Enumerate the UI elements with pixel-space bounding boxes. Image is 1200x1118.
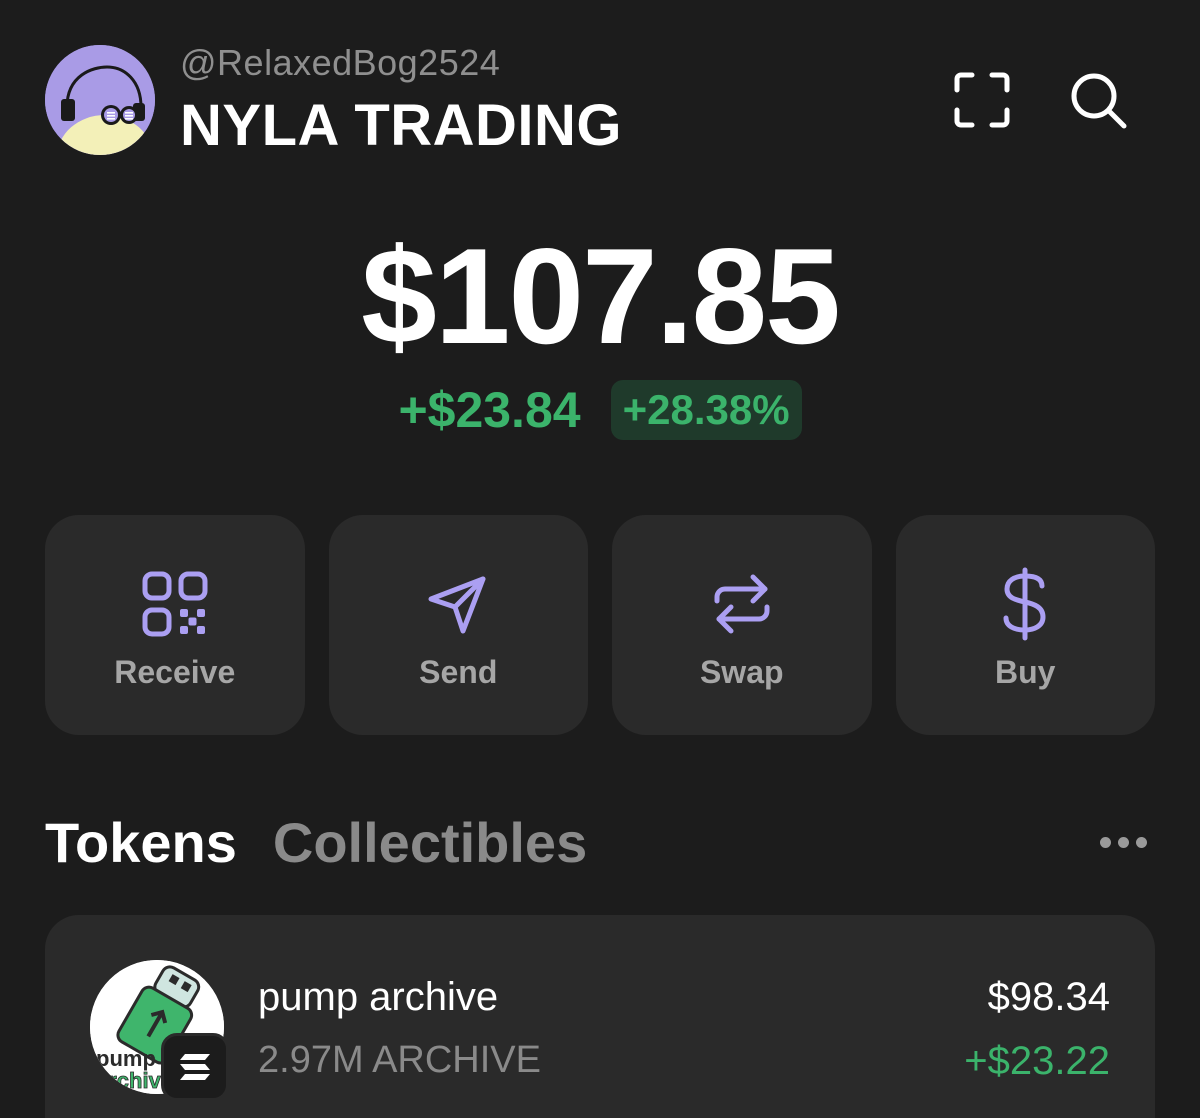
send-icon bbox=[418, 564, 498, 644]
scan-icon bbox=[954, 72, 1010, 128]
account-name[interactable]: NYLA TRADING bbox=[180, 92, 622, 159]
balance-change-amount: +$23.84 bbox=[398, 382, 581, 438]
balance-change-row: +$23.84 +28.38% bbox=[0, 380, 1200, 440]
dollar-icon bbox=[985, 564, 1065, 644]
swap-icon bbox=[702, 564, 782, 644]
qr-code-icon bbox=[135, 564, 215, 644]
username[interactable]: @RelaxedBog2524 bbox=[180, 42, 500, 84]
token-amount: 2.97M ARCHIVE bbox=[258, 1039, 541, 1081]
action-buttons: Receive Send Swap Buy bbox=[45, 515, 1155, 735]
search-button[interactable] bbox=[1066, 68, 1130, 132]
more-icon bbox=[1135, 836, 1147, 848]
tab-collectibles[interactable]: Collectibles bbox=[273, 810, 587, 875]
more-button[interactable] bbox=[1088, 822, 1158, 862]
receive-button[interactable]: Receive bbox=[45, 515, 305, 735]
token-value: $98.34 bbox=[987, 975, 1110, 1019]
send-button[interactable]: Send bbox=[328, 515, 588, 735]
more-icon bbox=[1099, 836, 1111, 848]
total-balance: $107.85 bbox=[361, 220, 841, 372]
list-item[interactable]: pump archive pump archive 2.97M ARCHIVE … bbox=[45, 915, 1155, 1118]
wallet-home-screen: @RelaxedBog2524 NYLA TRADING $107.85 +$2… bbox=[0, 0, 1200, 1118]
tab-tokens[interactable]: Tokens bbox=[45, 810, 237, 875]
swap-button[interactable]: Swap bbox=[612, 515, 872, 735]
token-change: +$23.22 bbox=[964, 1039, 1110, 1083]
buy-button[interactable]: Buy bbox=[895, 515, 1155, 735]
buy-label: Buy bbox=[995, 653, 1056, 690]
swap-label: Swap bbox=[699, 653, 784, 690]
solana-badge bbox=[161, 1033, 229, 1101]
send-label: Send bbox=[419, 653, 498, 690]
asset-tabs: Tokens Collectibles bbox=[45, 810, 587, 875]
search-icon bbox=[1071, 73, 1127, 129]
more-icon bbox=[1117, 836, 1129, 848]
scan-button[interactable] bbox=[950, 68, 1014, 132]
avatar[interactable] bbox=[45, 45, 155, 155]
receive-label: Receive bbox=[114, 653, 236, 690]
solana-icon bbox=[180, 1054, 210, 1080]
token-name: pump archive bbox=[258, 975, 499, 1019]
balance-change-percent-badge: +28.38% bbox=[610, 380, 802, 440]
